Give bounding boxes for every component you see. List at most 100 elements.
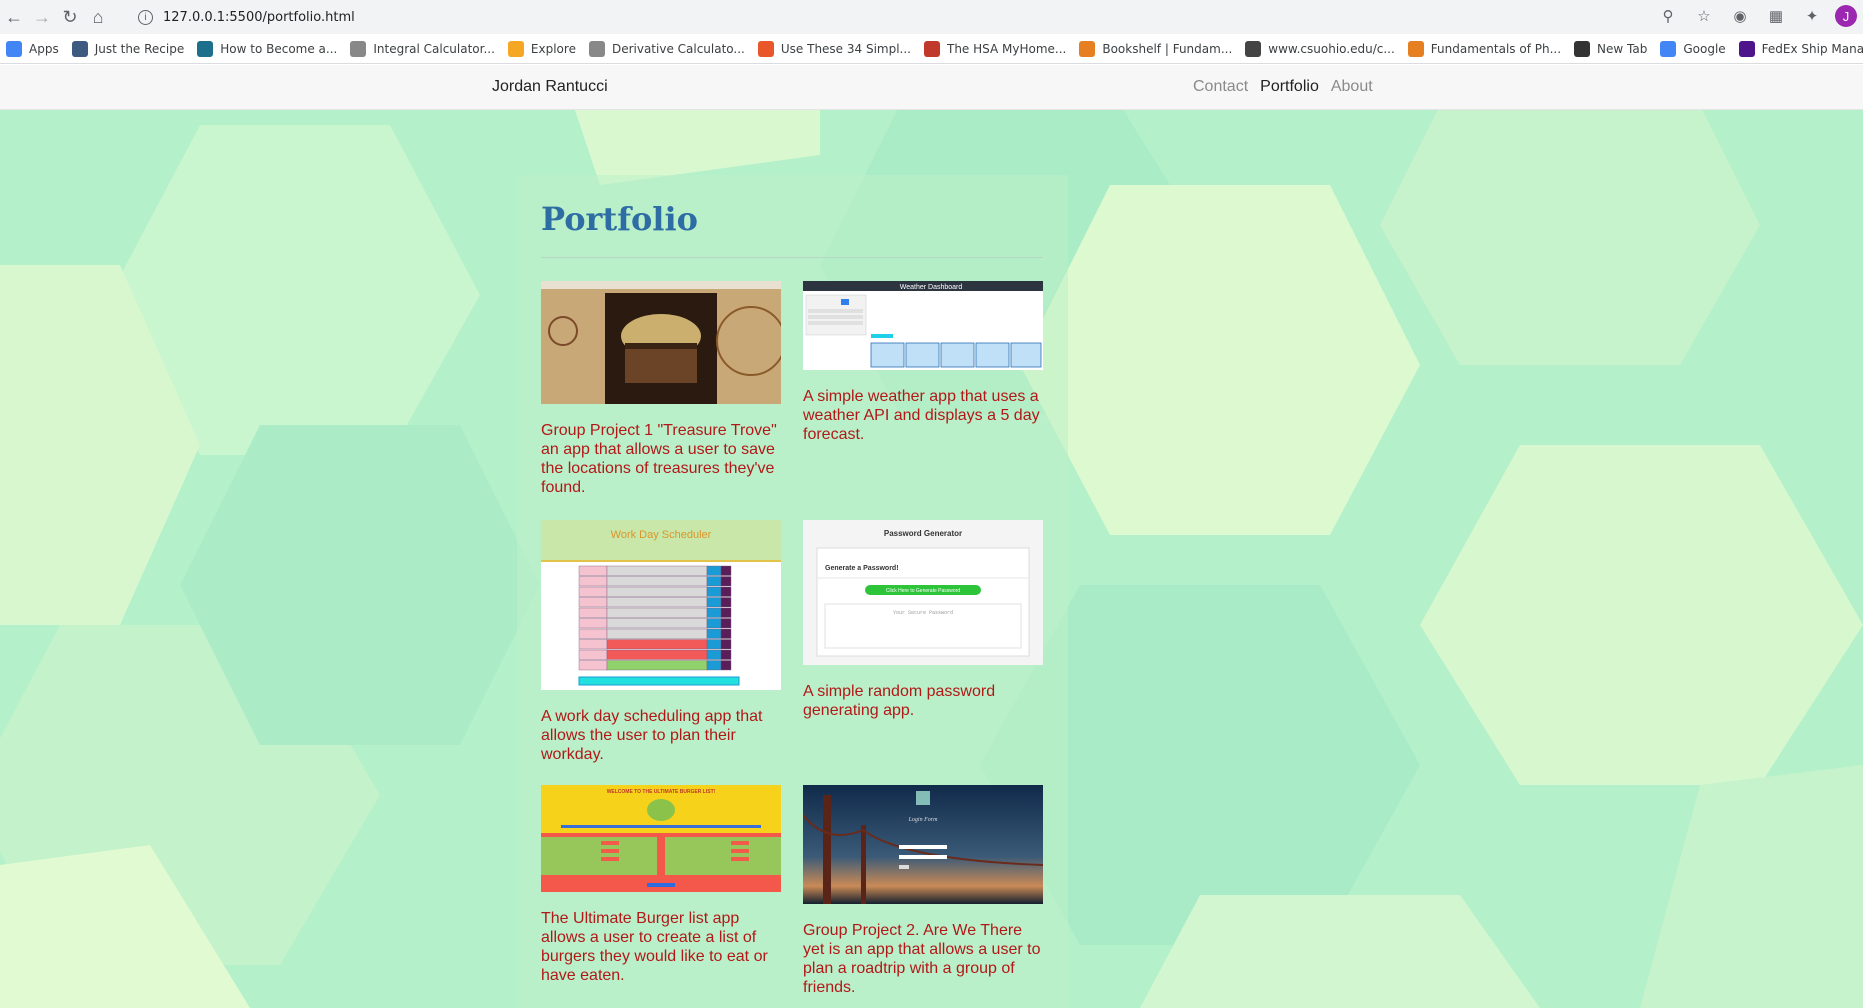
- bookmark-item[interactable]: Explore: [504, 37, 585, 61]
- bookmark-label: Use These 34 Simpl...: [780, 41, 911, 56]
- bookmark-item[interactable]: Integral Calculator...: [346, 37, 504, 61]
- bookmark-item[interactable]: Just the Recipe: [68, 37, 194, 61]
- scheduler-row-block: [720, 607, 732, 618]
- star-icon[interactable]: ☆: [1691, 3, 1717, 29]
- bookmark-label: FedEx Ship Manage...: [1761, 41, 1863, 56]
- scheduler-row-block: [720, 639, 732, 650]
- bookmark-item[interactable]: New Tab: [1570, 37, 1656, 61]
- scheduler-row-block: [720, 586, 732, 597]
- scheduler-row-block: [720, 576, 732, 587]
- forward-icon[interactable]: →: [28, 3, 56, 31]
- nav-links: Contact Portfolio About: [1193, 78, 1373, 96]
- home-icon[interactable]: ⌂: [84, 3, 112, 31]
- project-thumbnail[interactable]: Login Form: [803, 785, 1043, 904]
- bookmark-label: Just the Recipe: [94, 41, 185, 56]
- extension-2-icon[interactable]: ▦: [1763, 3, 1789, 29]
- bookmark-label: The HSA MyHome...: [947, 41, 1067, 56]
- scheduler-row-block: [606, 586, 708, 597]
- bookmark-label: How to Become a...: [220, 41, 338, 56]
- scheduler-row-block: [578, 576, 608, 587]
- scheduler-row-block: [578, 660, 608, 671]
- bookmark-item[interactable]: Use These 34 Simpl...: [754, 37, 920, 61]
- scheduler-row-block: [578, 565, 608, 576]
- bookmark-label: Derivative Calculato...: [611, 41, 745, 56]
- scheduler-row-block: [720, 628, 732, 639]
- bookmark-favicon-icon: [1738, 40, 1755, 57]
- scheduler-row-block: [578, 649, 608, 660]
- scheduler-row-block: [578, 586, 608, 597]
- bookmark-favicon-icon: [924, 40, 940, 57]
- bookmark-favicon-icon: [1079, 40, 1096, 57]
- browser-toolbar: ← → ↻ ⌂ i 127.0.0.1:5500/portfolio.html …: [0, 0, 1863, 34]
- project-thumbnail[interactable]: [541, 281, 781, 404]
- bookmark-item[interactable]: Google: [1656, 37, 1734, 61]
- bookmark-favicon-icon: [197, 40, 214, 57]
- scheduler-row-block: [578, 628, 608, 639]
- project-caption: A work day scheduling app that allows th…: [541, 708, 763, 763]
- bookmark-label: Integral Calculator...: [373, 41, 495, 56]
- bookmark-item[interactable]: FedEx Ship Manage...: [1735, 37, 1863, 61]
- profile-avatar[interactable]: J: [1835, 5, 1857, 27]
- project-card-treasure-trove[interactable]: Group Project 1 "Treasure Trove" an app …: [541, 281, 781, 497]
- project-thumbnail[interactable]: Work Day Scheduler: [541, 520, 781, 690]
- nav-link-about[interactable]: About: [1331, 78, 1373, 96]
- title-divider: [541, 257, 1043, 258]
- scheduler-row-block: [706, 618, 722, 629]
- bookmark-favicon-icon: [1245, 40, 1262, 57]
- project-caption: A simple weather app that uses a weather…: [803, 388, 1040, 443]
- bookmark-item[interactable]: The HSA MyHome...: [920, 37, 1075, 61]
- url-text[interactable]: 127.0.0.1:5500/portfolio.html: [163, 10, 355, 25]
- bookmark-item[interactable]: Apps: [2, 37, 68, 61]
- bookmarks-bar: Apps Just the Recipe How to Become a... Int…: [0, 34, 1863, 64]
- thumb-subtitle: Generate a Password!: [825, 565, 899, 572]
- project-thumbnail[interactable]: Weather Dashboard: [803, 281, 1043, 370]
- scheduler-row-block: [720, 618, 732, 629]
- project-thumbnail[interactable]: WELCOME TO THE ULTIMATE BURGER LIST!: [541, 785, 781, 892]
- scheduler-row-block: [706, 607, 722, 618]
- puzzle-icon[interactable]: ✦: [1799, 3, 1825, 29]
- scheduler-row-block: [706, 639, 722, 650]
- scheduler-row-block: [720, 649, 732, 660]
- scheduler-row-block: [706, 586, 722, 597]
- info-icon[interactable]: i: [138, 9, 153, 25]
- bookmark-favicon-icon: [71, 40, 88, 57]
- scheduler-row-block: [606, 618, 708, 629]
- project-card-password[interactable]: Password Generator Generate a Password! …: [803, 520, 1043, 720]
- scheduler-row-block: [606, 649, 708, 660]
- nav-link-portfolio[interactable]: Portfolio: [1260, 78, 1319, 96]
- zoom-icon[interactable]: ⚲: [1655, 3, 1681, 29]
- bookmark-label: Fundamentals of Ph...: [1430, 41, 1562, 56]
- project-card-burger[interactable]: WELCOME TO THE ULTIMATE BURGER LIST! The…: [541, 785, 781, 985]
- thumb-title: WELCOME TO THE ULTIMATE BURGER LIST!: [607, 789, 716, 795]
- apps-grid-icon: [6, 40, 22, 57]
- bookmark-label: Bookshelf | Fundam...: [1102, 41, 1233, 56]
- project-caption: The Ultimate Burger list app allows a us…: [541, 910, 768, 984]
- scheduler-row-block: [578, 597, 608, 608]
- bookmark-label: Apps: [29, 41, 59, 56]
- bookmark-item[interactable]: Bookshelf | Fundam...: [1075, 37, 1241, 61]
- site-brand[interactable]: Jordan Rantucci: [492, 78, 608, 96]
- bookmark-favicon-icon: [1574, 40, 1591, 57]
- scheduler-row-block: [720, 597, 732, 608]
- reload-icon[interactable]: ↻: [56, 3, 84, 31]
- address-bar[interactable]: i 127.0.0.1:5500/portfolio.html: [128, 3, 1720, 31]
- bookmark-item[interactable]: How to Become a...: [193, 37, 346, 61]
- bookmark-item[interactable]: Derivative Calculato...: [585, 37, 754, 61]
- project-card-scheduler[interactable]: Work Day Scheduler A work day scheduling…: [541, 520, 781, 764]
- scheduler-row-block: [606, 597, 708, 608]
- scheduler-row-block: [706, 565, 722, 576]
- bookmark-favicon-icon: [1407, 40, 1424, 57]
- bookmark-favicon-icon: [350, 40, 367, 57]
- nav-link-contact[interactable]: Contact: [1193, 78, 1248, 96]
- project-thumbnail[interactable]: Password Generator Generate a Password! …: [803, 520, 1043, 665]
- scheduler-row-block: [578, 618, 608, 629]
- back-icon[interactable]: ←: [0, 3, 28, 31]
- bookmark-favicon-icon: [507, 40, 524, 57]
- bookmark-item[interactable]: www.csuohio.edu/c...: [1241, 37, 1404, 61]
- scheduler-row-block: [578, 607, 608, 618]
- bookmark-item[interactable]: Fundamentals of Ph...: [1404, 37, 1570, 61]
- scheduler-row-block: [606, 565, 708, 576]
- extension-icon[interactable]: ◉: [1727, 3, 1753, 29]
- project-card-weather[interactable]: Weather Dashboard A simple weather app t…: [803, 281, 1043, 444]
- project-card-roadtrip[interactable]: Login Form Group Project 2. Are We There…: [803, 785, 1043, 997]
